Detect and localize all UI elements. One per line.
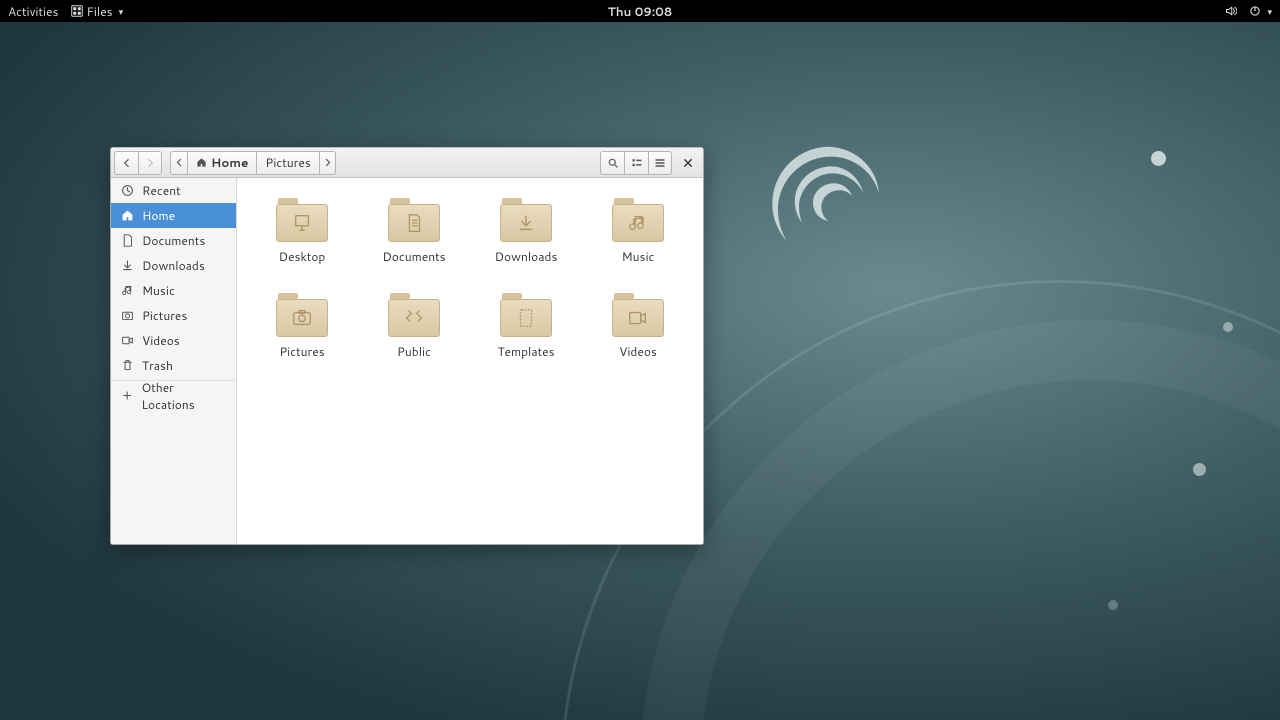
chevron-left-icon: [174, 157, 185, 168]
folder-public[interactable]: Public: [361, 287, 467, 364]
sidebar-item-videos[interactable]: Videos: [111, 328, 236, 353]
folder-icon: [274, 291, 330, 339]
top-panel: Activities Files ▾ Thu 09:08 ▾: [0, 0, 1280, 22]
chevron-right-icon: [144, 157, 156, 169]
sidebar: Recent Home Documents Downloads Music Pi…: [111, 178, 237, 544]
path-segment-pictures[interactable]: Pictures: [257, 151, 319, 175]
chevron-left-icon: [121, 157, 133, 169]
folder-label: Public: [397, 343, 431, 360]
files-app-icon: [71, 5, 83, 17]
volume-indicator[interactable]: [1225, 5, 1237, 17]
folder-pictures[interactable]: Pictures: [249, 287, 355, 364]
app-menu-button[interactable]: Files ▾: [71, 3, 124, 20]
view-list-icon: [631, 157, 643, 169]
path-bar: Home Pictures: [170, 151, 336, 175]
folder-icon: [610, 291, 666, 339]
wallpaper-dot: [1193, 463, 1206, 476]
folder-icon: [498, 291, 554, 339]
sidebar-item-label: Videos: [142, 332, 180, 349]
sidebar-item-other-locations[interactable]: Other Locations: [111, 383, 236, 408]
system-menu[interactable]: ▾: [1249, 5, 1272, 18]
headerbar: Home Pictures ✕: [111, 148, 703, 178]
dropdown-arrow-icon: ▾: [1267, 5, 1272, 18]
sidebar-item-label: Home: [142, 207, 175, 224]
search-icon: [607, 157, 619, 169]
dropdown-arrow-icon: ▾: [119, 5, 124, 18]
folder-icon: [386, 196, 442, 244]
home-icon: [121, 209, 134, 222]
sidebar-item-home[interactable]: Home: [111, 203, 236, 228]
folder-downloads[interactable]: Downloads: [473, 192, 579, 269]
forward-button[interactable]: [138, 151, 162, 175]
folder-icon: [274, 196, 330, 244]
sidebar-item-trash[interactable]: Trash: [111, 353, 236, 378]
path-overflow-button[interactable]: [320, 151, 336, 175]
wallpaper-dot: [1151, 151, 1166, 166]
plus-icon: [121, 389, 133, 402]
wallpaper-dot: [1108, 600, 1118, 610]
hamburger-icon: [654, 157, 666, 169]
chevron-right-icon: [322, 157, 333, 168]
folder-music[interactable]: Music: [585, 192, 691, 269]
close-button[interactable]: ✕: [676, 151, 700, 175]
close-icon: ✕: [682, 153, 694, 173]
folder-documents[interactable]: Documents: [361, 192, 467, 269]
path-segment-label: Home: [211, 154, 248, 171]
folder-videos[interactable]: Videos: [585, 287, 691, 364]
sidebar-item-label: Recent: [142, 182, 181, 199]
sidebar-item-downloads[interactable]: Downloads: [111, 253, 236, 278]
video-icon: [121, 334, 134, 347]
sidebar-item-documents[interactable]: Documents: [111, 228, 236, 253]
folder-icon: [610, 196, 666, 244]
sidebar-item-music[interactable]: Music: [111, 278, 236, 303]
app-menu-label: Files: [87, 3, 113, 20]
folder-desktop[interactable]: Desktop: [249, 192, 355, 269]
sidebar-item-pictures[interactable]: Pictures: [111, 303, 236, 328]
hamburger-menu-button[interactable]: [648, 151, 672, 175]
path-segment-home[interactable]: Home: [188, 151, 257, 175]
view-options-button[interactable]: [624, 151, 648, 175]
power-icon: [1249, 5, 1261, 17]
sidebar-item-label: Downloads: [142, 257, 205, 274]
search-button[interactable]: [600, 151, 624, 175]
sidebar-item-label: Trash: [142, 357, 173, 374]
sidebar-item-label: Documents: [142, 232, 205, 249]
camera-icon: [121, 309, 134, 322]
clock[interactable]: Thu 09:08: [608, 3, 673, 20]
folder-label: Documents: [382, 248, 445, 265]
path-history-button[interactable]: [170, 151, 188, 175]
sidebar-item-label: Pictures: [142, 307, 187, 324]
debian-swirl-logo: [750, 130, 890, 270]
folder-label: Downloads: [495, 248, 558, 265]
content-area[interactable]: Desktop Documents Downloads Music Pictur…: [237, 178, 703, 544]
volume-icon: [1225, 5, 1237, 17]
download-icon: [121, 259, 134, 272]
sidebar-item-label: Music: [142, 282, 175, 299]
home-icon: [196, 157, 207, 168]
folder-label: Pictures: [279, 343, 324, 360]
path-segment-label: Pictures: [265, 154, 310, 171]
back-button[interactable]: [114, 151, 138, 175]
folder-label: Music: [622, 248, 655, 265]
sidebar-item-recent[interactable]: Recent: [111, 178, 236, 203]
folder-icon: [498, 196, 554, 244]
music-icon: [121, 284, 134, 297]
folder-label: Templates: [497, 343, 554, 360]
clock-icon: [121, 184, 134, 197]
files-window: Home Pictures ✕ Recent Home: [110, 147, 704, 545]
sidebar-item-label: Other Locations: [141, 379, 226, 413]
folder-icon: [386, 291, 442, 339]
activities-button[interactable]: Activities: [8, 3, 59, 20]
trash-icon: [121, 359, 134, 372]
document-icon: [121, 234, 134, 247]
folder-label: Videos: [619, 343, 657, 360]
folder-templates[interactable]: Templates: [473, 287, 579, 364]
wallpaper-dot: [1223, 322, 1233, 332]
folder-label: Desktop: [279, 248, 326, 265]
